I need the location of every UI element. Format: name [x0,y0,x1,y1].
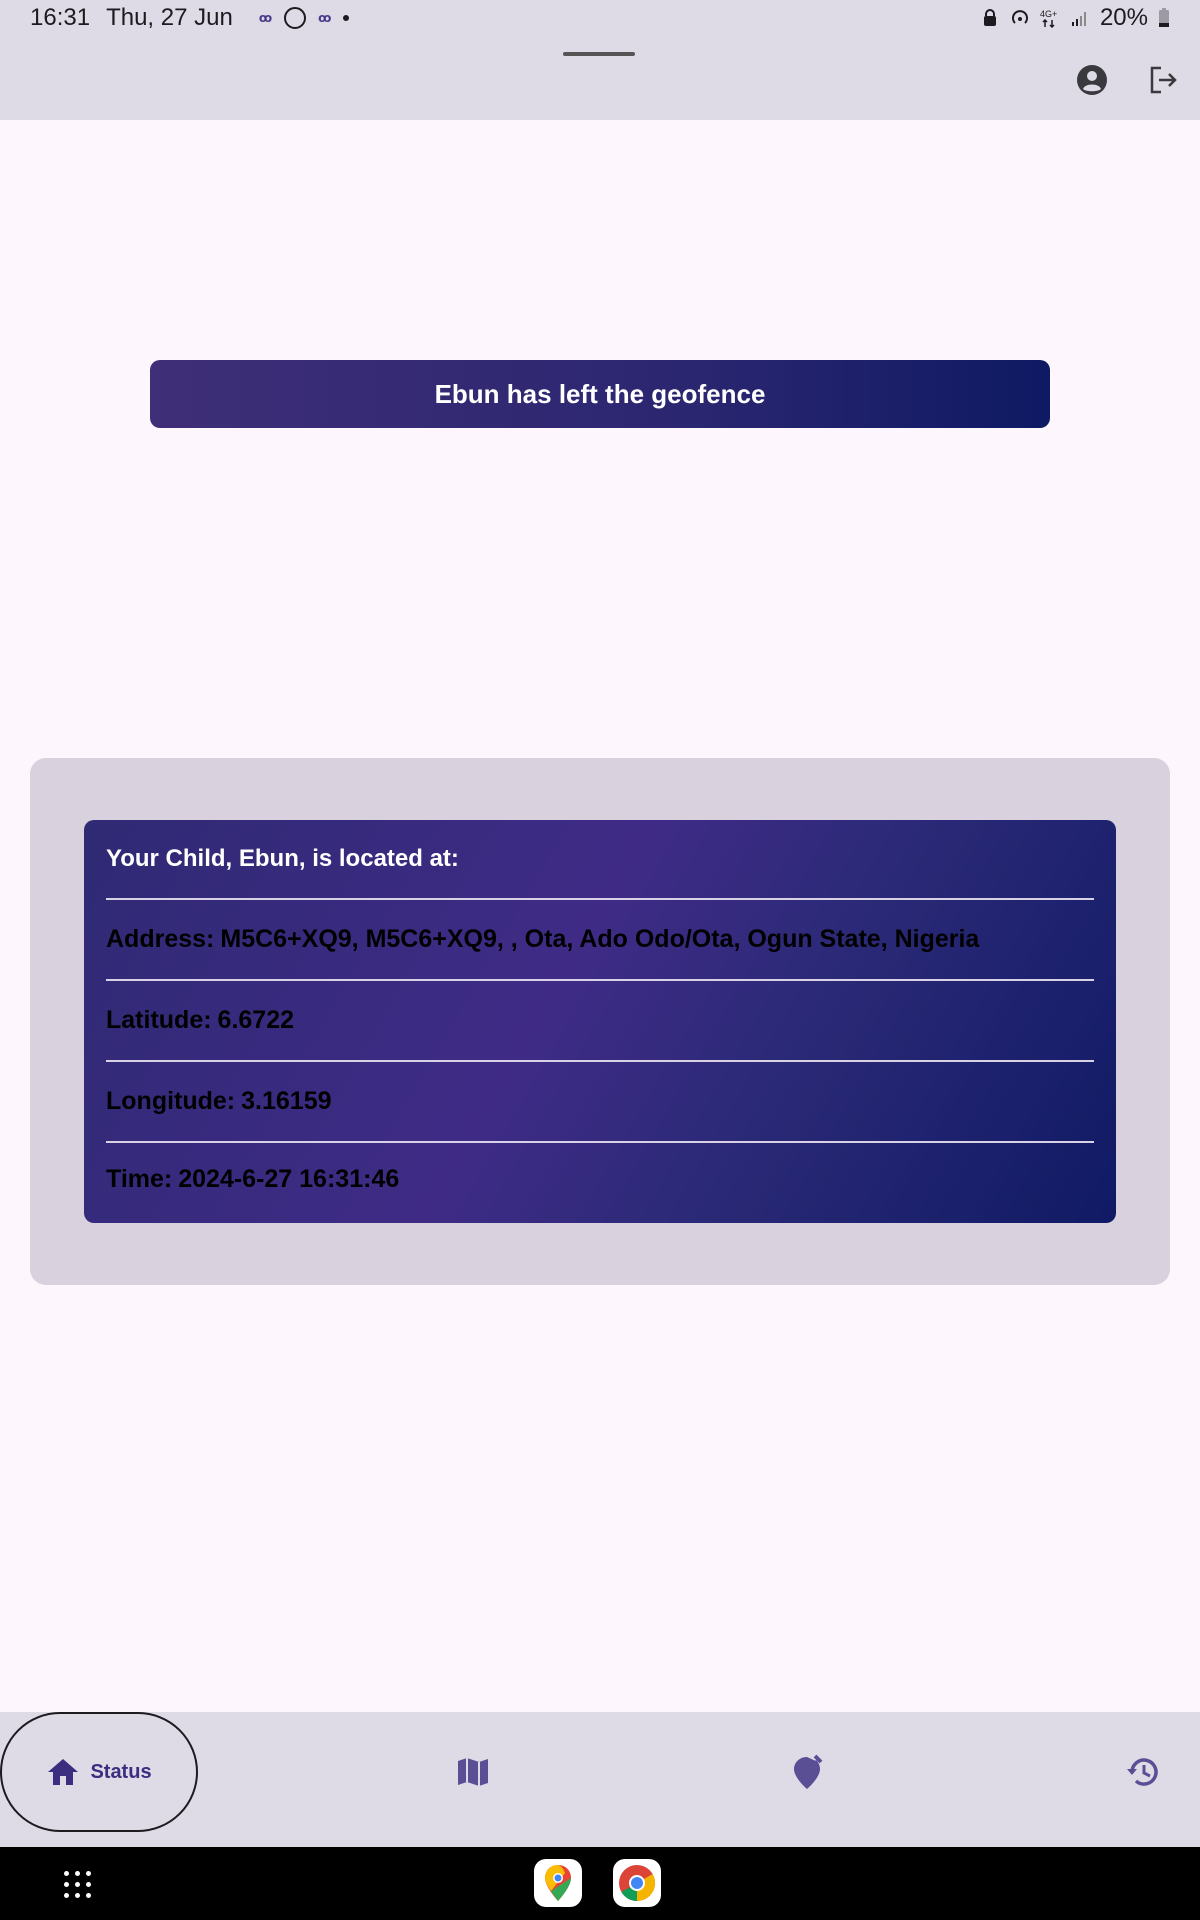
longitude-label: Longitude: [106,1087,236,1115]
geofence-edit-icon [794,1754,823,1789]
google-maps-app[interactable] [534,1859,582,1907]
lock-icon [983,9,996,26]
notification-icons: ꝏ ꝏ [259,7,350,29]
logout-icon [1150,66,1177,94]
app-notification-icon: ꝏ [318,11,332,25]
nav-item-map[interactable] [453,1752,493,1792]
signal-icon [1071,12,1086,26]
address-value: M5C6+XQ9, M5C6+XQ9, , Ota, Ado Odo/Ota, … [220,925,980,953]
bottom-navigation: Status [0,1712,1200,1847]
more-dot-icon [343,15,350,21]
apps-grid-icon[interactable] [64,1871,92,1899]
time-label: Time: [106,1164,173,1193]
battery-percent: 20% [1099,4,1148,31]
hotspot-icon [1012,10,1028,24]
latitude-value: 6.6722 [217,1006,295,1034]
map-icon [458,1758,488,1786]
network-4g-icon: 4G+ [1040,9,1057,28]
google-maps-icon [545,1865,571,1901]
nav-item-history[interactable] [1122,1752,1162,1792]
longitude-value: 3.16159 [241,1087,332,1115]
status-bar-left: 16:31 Thu, 27 Jun ꝏ ꝏ [30,4,350,32]
longitude-row: Longitude: 3.16159 [106,1062,1094,1143]
location-card: Your Child, Ebun, is located at: Address… [84,820,1116,1223]
battery-icon [1159,8,1169,27]
status-bar: 16:31 Thu, 27 Jun ꝏ ꝏ 4G+ 20% [0,0,1200,36]
history-icon [1127,1758,1158,1786]
drag-handle[interactable] [563,52,635,56]
geofence-alert-text: Ebun has left the geofence [434,378,766,409]
geofence-alert-banner: Ebun has left the geofence [150,360,1050,428]
app-bar [0,36,1200,120]
address-row: Address: M5C6+XQ9, M5C6+XQ9, , Ota, Ado … [106,900,1094,981]
status-date: Thu, 27 Jun [106,4,233,31]
nav-item-geofence[interactable] [788,1752,828,1792]
nav-item-status-label: Status [90,1760,152,1783]
time-value: 2024-6-27 16:31:46 [178,1164,400,1193]
location-card-container: Your Child, Ebun, is located at: Address… [30,758,1170,1285]
chrome-app[interactable] [613,1859,661,1907]
status-bar-right: 4G+ 20% [980,4,1170,32]
nav-item-status[interactable]: Status [0,1712,198,1832]
time-row: Time: 2024-6-27 16:31:46 [106,1143,1094,1215]
logout-button[interactable] [1143,60,1183,100]
system-navigation-bar [0,1847,1200,1920]
location-heading: Your Child, Ebun, is located at: [106,820,1094,900]
chrome-icon [619,1865,656,1901]
latitude-label: Latitude: [106,1006,212,1034]
status-time: 16:31 [30,4,91,31]
address-label: Address: [106,925,215,953]
svg-text:4G+: 4G+ [1040,9,1057,19]
home-icon [48,1759,79,1785]
whatsapp-icon [284,7,307,29]
account-button[interactable] [1072,60,1112,100]
account-circle-icon [1077,65,1107,95]
app-notification-icon: ꝏ [258,11,273,25]
latitude-row: Latitude: 6.6722 [106,981,1094,1062]
